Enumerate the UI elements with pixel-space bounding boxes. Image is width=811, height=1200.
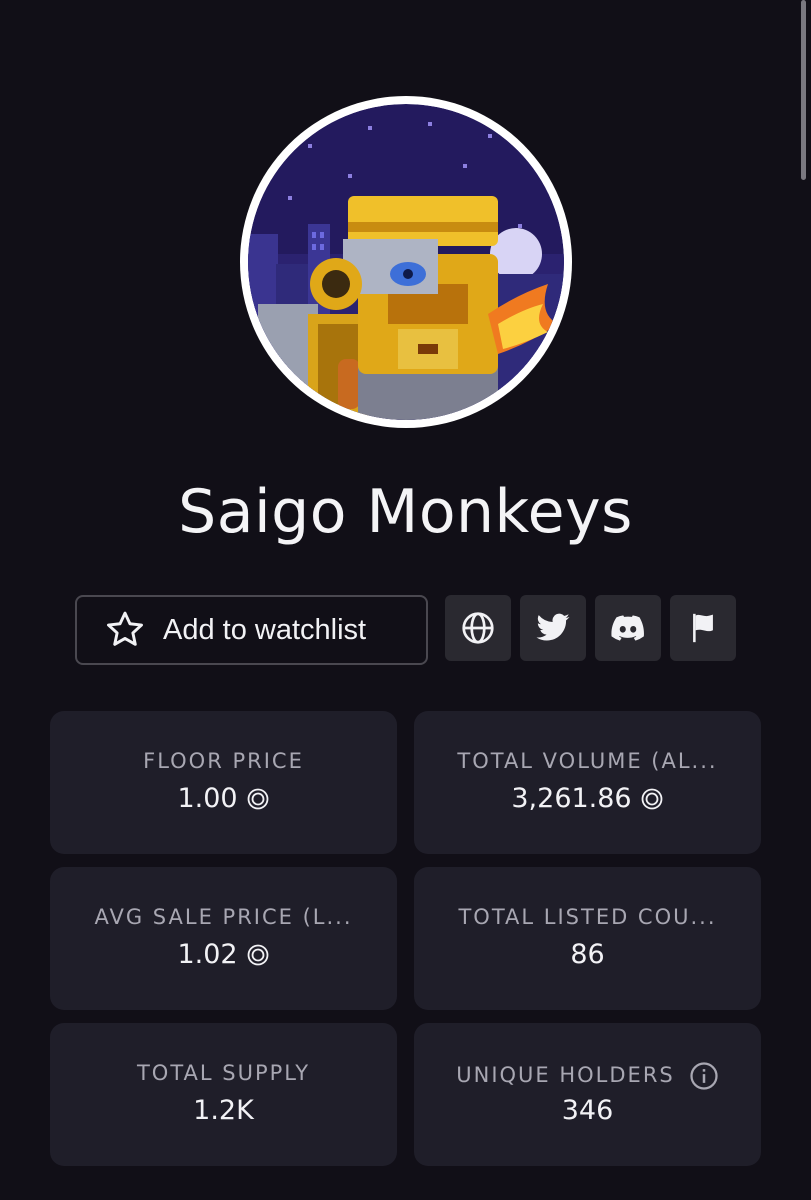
stat-value-text: 3,261.86 xyxy=(511,783,632,814)
collection-avatar xyxy=(240,96,572,428)
add-to-watchlist-button[interactable]: Add to watchlist xyxy=(75,595,428,665)
collection-title: Saigo Monkeys xyxy=(178,477,633,547)
stat-value: 1.00 xyxy=(50,783,397,814)
star-icon xyxy=(107,611,143,646)
stat-label-text: UNIQUE HOLDERS xyxy=(456,1063,675,1087)
stat-value: 3,261.86 xyxy=(414,783,761,814)
discord-icon xyxy=(611,615,644,641)
twitter-button[interactable] xyxy=(520,595,586,661)
stat-avg-sale-price: AVG SALE PRICE (L... 1.02 xyxy=(50,867,397,1010)
sol-coin-icon xyxy=(641,788,663,809)
twitter-icon xyxy=(536,613,570,641)
scrollbar[interactable] xyxy=(801,0,806,180)
website-button[interactable] xyxy=(445,595,511,661)
info-icon[interactable] xyxy=(689,1061,719,1091)
flag-icon xyxy=(693,613,713,643)
stat-value-text: 346 xyxy=(561,1095,614,1126)
stat-label: UNIQUE HOLDERS xyxy=(438,1061,737,1091)
sol-coin-icon xyxy=(247,788,268,809)
stat-unique-holders: UNIQUE HOLDERS 346 xyxy=(414,1023,761,1166)
stat-label: FLOOR PRICE xyxy=(143,749,304,773)
stat-label: TOTAL VOLUME (AL... xyxy=(457,749,718,773)
stat-total-volume: TOTAL VOLUME (AL... 3,261.86 xyxy=(414,711,761,854)
stat-total-supply: TOTAL SUPPLY 1.2K xyxy=(50,1023,397,1166)
sol-coin-icon xyxy=(247,944,268,965)
stat-floor-price: FLOOR PRICE 1.00 xyxy=(50,711,397,854)
stat-value-text: 1.00 xyxy=(177,783,238,814)
stat-label: TOTAL LISTED COU... xyxy=(458,905,717,929)
stat-value: 86 xyxy=(414,939,761,970)
stat-label: TOTAL SUPPLY xyxy=(136,1061,311,1085)
stat-value-text: 1.2K xyxy=(193,1095,254,1126)
stat-value: 1.2K xyxy=(50,1095,397,1126)
stat-value: 1.02 xyxy=(50,939,397,970)
stat-label: AVG SALE PRICE (L... xyxy=(94,905,353,929)
stat-value: 346 xyxy=(414,1095,761,1126)
watchlist-label: Add to watchlist xyxy=(163,613,367,646)
stat-value-text: 86 xyxy=(570,939,605,970)
report-button[interactable] xyxy=(670,595,736,661)
pixel-art-monkey-avatar xyxy=(248,104,564,420)
stat-total-listed-count: TOTAL LISTED COU... 86 xyxy=(414,867,761,1010)
globe-icon xyxy=(462,612,494,644)
stat-value-text: 1.02 xyxy=(177,939,238,970)
discord-button[interactable] xyxy=(595,595,661,661)
